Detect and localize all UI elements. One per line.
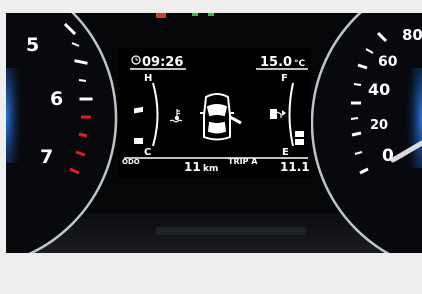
indicator-light: [208, 13, 214, 16]
tach-label-5: 5: [26, 34, 39, 56]
clock-time: 09:26: [142, 55, 183, 70]
speed-label-20: 20: [370, 118, 388, 133]
tach-label-6: 6: [50, 88, 63, 110]
temperature-unit: °C: [294, 59, 306, 69]
indicator-light: [192, 13, 198, 16]
speed-label-60: 60: [378, 54, 398, 70]
warning-light: [156, 13, 166, 18]
distance-unit: km: [203, 164, 218, 174]
coolant-high-label: H: [144, 73, 152, 84]
speed-label-40: 40: [368, 80, 390, 99]
tach-label-7: 7: [40, 146, 53, 168]
speed-label-80: 80: [402, 26, 422, 44]
center-display: 09:26 15.0 °C H C F E ODO 11 km TRIP A 1…: [118, 48, 311, 178]
speed-label-0: 0: [382, 146, 394, 166]
odo-label: ODO: [122, 158, 140, 166]
coolant-cold-label: C: [144, 147, 151, 158]
fuel-empty-label: E: [282, 147, 289, 158]
distance-value: 11: [184, 160, 201, 174]
fuel-full-label: F: [281, 73, 288, 84]
instrument-cluster: 5 6 7 80 60 40 20 0 09:26 15.0 °C H C F …: [6, 13, 422, 253]
outside-temperature: 15.0: [260, 55, 292, 70]
trip-value: 11.1: [280, 160, 310, 174]
bottom-margin: [0, 253, 422, 294]
trip-label: TRIP A: [228, 157, 258, 166]
dashboard-photo: 5 6 7 80 60 40 20 0 09:26 15.0 °C H C F …: [6, 13, 422, 253]
